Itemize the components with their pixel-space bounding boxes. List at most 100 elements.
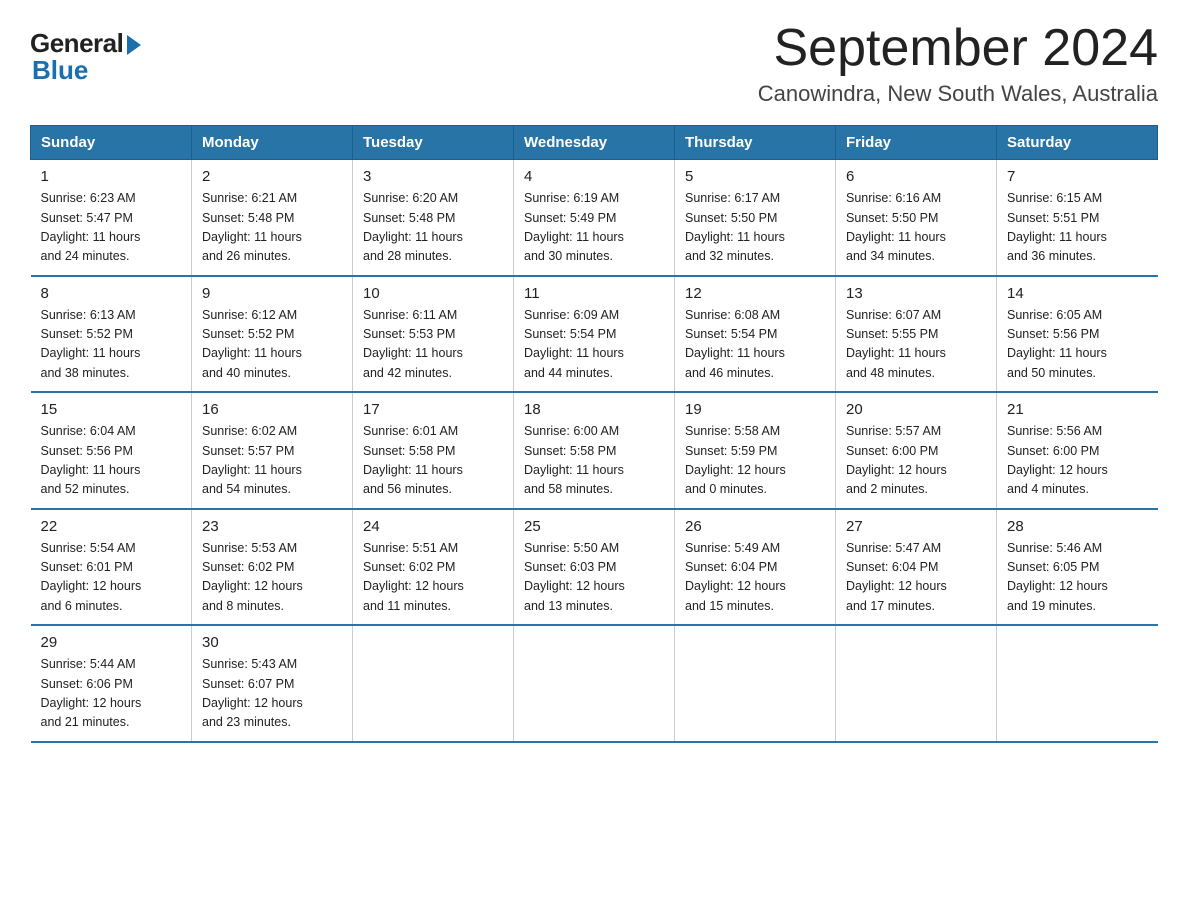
day-info: Sunrise: 6:15 AMSunset: 5:51 PMDaylight:… [1007,189,1148,267]
day-info: Sunrise: 5:43 AMSunset: 6:07 PMDaylight:… [202,655,342,733]
calendar-body: 1 Sunrise: 6:23 AMSunset: 5:47 PMDaylight… [31,160,1158,742]
day-number: 4 [524,168,664,185]
day-info: Sunrise: 6:13 AMSunset: 5:52 PMDaylight:… [41,306,182,384]
day-number: 5 [685,168,825,185]
day-number: 16 [202,401,342,418]
page-subtitle: Canowindra, New South Wales, Australia [758,81,1158,107]
day-number: 23 [202,518,342,535]
header-cell-sunday: Sunday [31,126,192,160]
calendar-cell: 27 Sunrise: 5:47 AMSunset: 6:04 PMDayligh… [836,509,997,626]
day-number: 30 [202,634,342,651]
day-number: 25 [524,518,664,535]
calendar-cell: 30 Sunrise: 5:43 AMSunset: 6:07 PMDayligh… [192,625,353,742]
day-info: Sunrise: 6:12 AMSunset: 5:52 PMDaylight:… [202,306,342,384]
day-info: Sunrise: 6:19 AMSunset: 5:49 PMDaylight:… [524,189,664,267]
day-number: 11 [524,285,664,302]
calendar-cell [514,625,675,742]
calendar-cell: 1 Sunrise: 6:23 AMSunset: 5:47 PMDaylight… [31,160,192,276]
calendar-cell [836,625,997,742]
calendar-cell: 10 Sunrise: 6:11 AMSunset: 5:53 PMDayligh… [353,276,514,393]
day-number: 20 [846,401,986,418]
day-number: 12 [685,285,825,302]
calendar-cell: 28Sunrise: 5:46 AMSunset: 6:05 PMDayligh… [997,509,1158,626]
day-info: Sunrise: 6:11 AMSunset: 5:53 PMDaylight:… [363,306,503,384]
calendar-cell: 25 Sunrise: 5:50 AMSunset: 6:03 PMDayligh… [514,509,675,626]
day-info: Sunrise: 5:49 AMSunset: 6:04 PMDaylight:… [685,539,825,617]
calendar-table: SundayMondayTuesdayWednesdayThursdayFrid… [30,125,1158,743]
day-info: Sunrise: 5:53 AMSunset: 6:02 PMDaylight:… [202,539,342,617]
header-row: SundayMondayTuesdayWednesdayThursdayFrid… [31,126,1158,160]
day-info: Sunrise: 6:07 AMSunset: 5:55 PMDaylight:… [846,306,986,384]
header-cell-friday: Friday [836,126,997,160]
title-block: September 2024 Canowindra, New South Wal… [758,20,1158,107]
day-info: Sunrise: 6:00 AMSunset: 5:58 PMDaylight:… [524,422,664,500]
day-info: Sunrise: 5:44 AMSunset: 6:06 PMDaylight:… [41,655,182,733]
day-info: Sunrise: 5:57 AMSunset: 6:00 PMDaylight:… [846,422,986,500]
calendar-cell: 24Sunrise: 5:51 AMSunset: 6:02 PMDayligh… [353,509,514,626]
calendar-cell: 12 Sunrise: 6:08 AMSunset: 5:54 PMDayligh… [675,276,836,393]
day-number: 9 [202,285,342,302]
calendar-cell [675,625,836,742]
day-number: 27 [846,518,986,535]
day-info: Sunrise: 6:08 AMSunset: 5:54 PMDaylight:… [685,306,825,384]
calendar-cell [353,625,514,742]
day-info: Sunrise: 5:47 AMSunset: 6:04 PMDaylight:… [846,539,986,617]
day-info: Sunrise: 6:21 AMSunset: 5:48 PMDaylight:… [202,189,342,267]
calendar-header: SundayMondayTuesdayWednesdayThursdayFrid… [31,126,1158,160]
day-info: Sunrise: 5:56 AMSunset: 6:00 PMDaylight:… [1007,422,1148,500]
calendar-cell: 18Sunrise: 6:00 AMSunset: 5:58 PMDayligh… [514,392,675,509]
day-info: Sunrise: 6:23 AMSunset: 5:47 PMDaylight:… [41,189,182,267]
day-number: 15 [41,401,182,418]
calendar-week-5: 29 Sunrise: 5:44 AMSunset: 6:06 PMDayligh… [31,625,1158,742]
day-info: Sunrise: 5:50 AMSunset: 6:03 PMDaylight:… [524,539,664,617]
calendar-cell: 5 Sunrise: 6:17 AMSunset: 5:50 PMDaylight… [675,160,836,276]
logo-triangle-icon [127,35,141,55]
calendar-cell: 7Sunrise: 6:15 AMSunset: 5:51 PMDaylight… [997,160,1158,276]
day-number: 8 [41,285,182,302]
day-number: 14 [1007,285,1148,302]
calendar-cell: 19Sunrise: 5:58 AMSunset: 5:59 PMDayligh… [675,392,836,509]
calendar-cell: 21Sunrise: 5:56 AMSunset: 6:00 PMDayligh… [997,392,1158,509]
header-cell-monday: Monday [192,126,353,160]
calendar-cell: 2Sunrise: 6:21 AMSunset: 5:48 PMDaylight… [192,160,353,276]
calendar-cell: 6Sunrise: 6:16 AMSunset: 5:50 PMDaylight… [836,160,997,276]
day-info: Sunrise: 5:46 AMSunset: 6:05 PMDaylight:… [1007,539,1148,617]
calendar-week-4: 22Sunrise: 5:54 AMSunset: 6:01 PMDayligh… [31,509,1158,626]
header-cell-thursday: Thursday [675,126,836,160]
calendar-cell: 16Sunrise: 6:02 AMSunset: 5:57 PMDayligh… [192,392,353,509]
calendar-week-2: 8 Sunrise: 6:13 AMSunset: 5:52 PMDaylight… [31,276,1158,393]
day-number: 10 [363,285,503,302]
day-info: Sunrise: 5:58 AMSunset: 5:59 PMDaylight:… [685,422,825,500]
day-info: Sunrise: 6:20 AMSunset: 5:48 PMDaylight:… [363,189,503,267]
calendar-cell: 17 Sunrise: 6:01 AMSunset: 5:58 PMDayligh… [353,392,514,509]
day-info: Sunrise: 5:51 AMSunset: 6:02 PMDaylight:… [363,539,503,617]
calendar-cell: 4 Sunrise: 6:19 AMSunset: 5:49 PMDaylight… [514,160,675,276]
day-number: 1 [41,168,182,185]
header-cell-saturday: Saturday [997,126,1158,160]
day-info: Sunrise: 6:04 AMSunset: 5:56 PMDaylight:… [41,422,182,500]
calendar-cell: 9 Sunrise: 6:12 AMSunset: 5:52 PMDaylight… [192,276,353,393]
day-number: 17 [363,401,503,418]
day-number: 3 [363,168,503,185]
day-info: Sunrise: 6:05 AMSunset: 5:56 PMDaylight:… [1007,306,1148,384]
day-info: Sunrise: 6:01 AMSunset: 5:58 PMDaylight:… [363,422,503,500]
header-cell-wednesday: Wednesday [514,126,675,160]
day-number: 13 [846,285,986,302]
calendar-cell: 15 Sunrise: 6:04 AMSunset: 5:56 PMDayligh… [31,392,192,509]
calendar-cell [997,625,1158,742]
calendar-cell: 3 Sunrise: 6:20 AMSunset: 5:48 PMDaylight… [353,160,514,276]
calendar-cell: 13 Sunrise: 6:07 AMSunset: 5:55 PMDayligh… [836,276,997,393]
calendar-week-1: 1 Sunrise: 6:23 AMSunset: 5:47 PMDaylight… [31,160,1158,276]
day-info: Sunrise: 6:16 AMSunset: 5:50 PMDaylight:… [846,189,986,267]
logo-blue-text: Blue [32,55,88,86]
day-number: 29 [41,634,182,651]
page-title: September 2024 [758,20,1158,77]
day-info: Sunrise: 6:17 AMSunset: 5:50 PMDaylight:… [685,189,825,267]
calendar-cell: 23 Sunrise: 5:53 AMSunset: 6:02 PMDayligh… [192,509,353,626]
page-header: General Blue September 2024 Canowindra, … [30,20,1158,107]
calendar-cell: 29 Sunrise: 5:44 AMSunset: 6:06 PMDayligh… [31,625,192,742]
calendar-cell: 20 Sunrise: 5:57 AMSunset: 6:00 PMDayligh… [836,392,997,509]
day-number: 22 [41,518,182,535]
calendar-week-3: 15 Sunrise: 6:04 AMSunset: 5:56 PMDayligh… [31,392,1158,509]
day-info: Sunrise: 6:09 AMSunset: 5:54 PMDaylight:… [524,306,664,384]
